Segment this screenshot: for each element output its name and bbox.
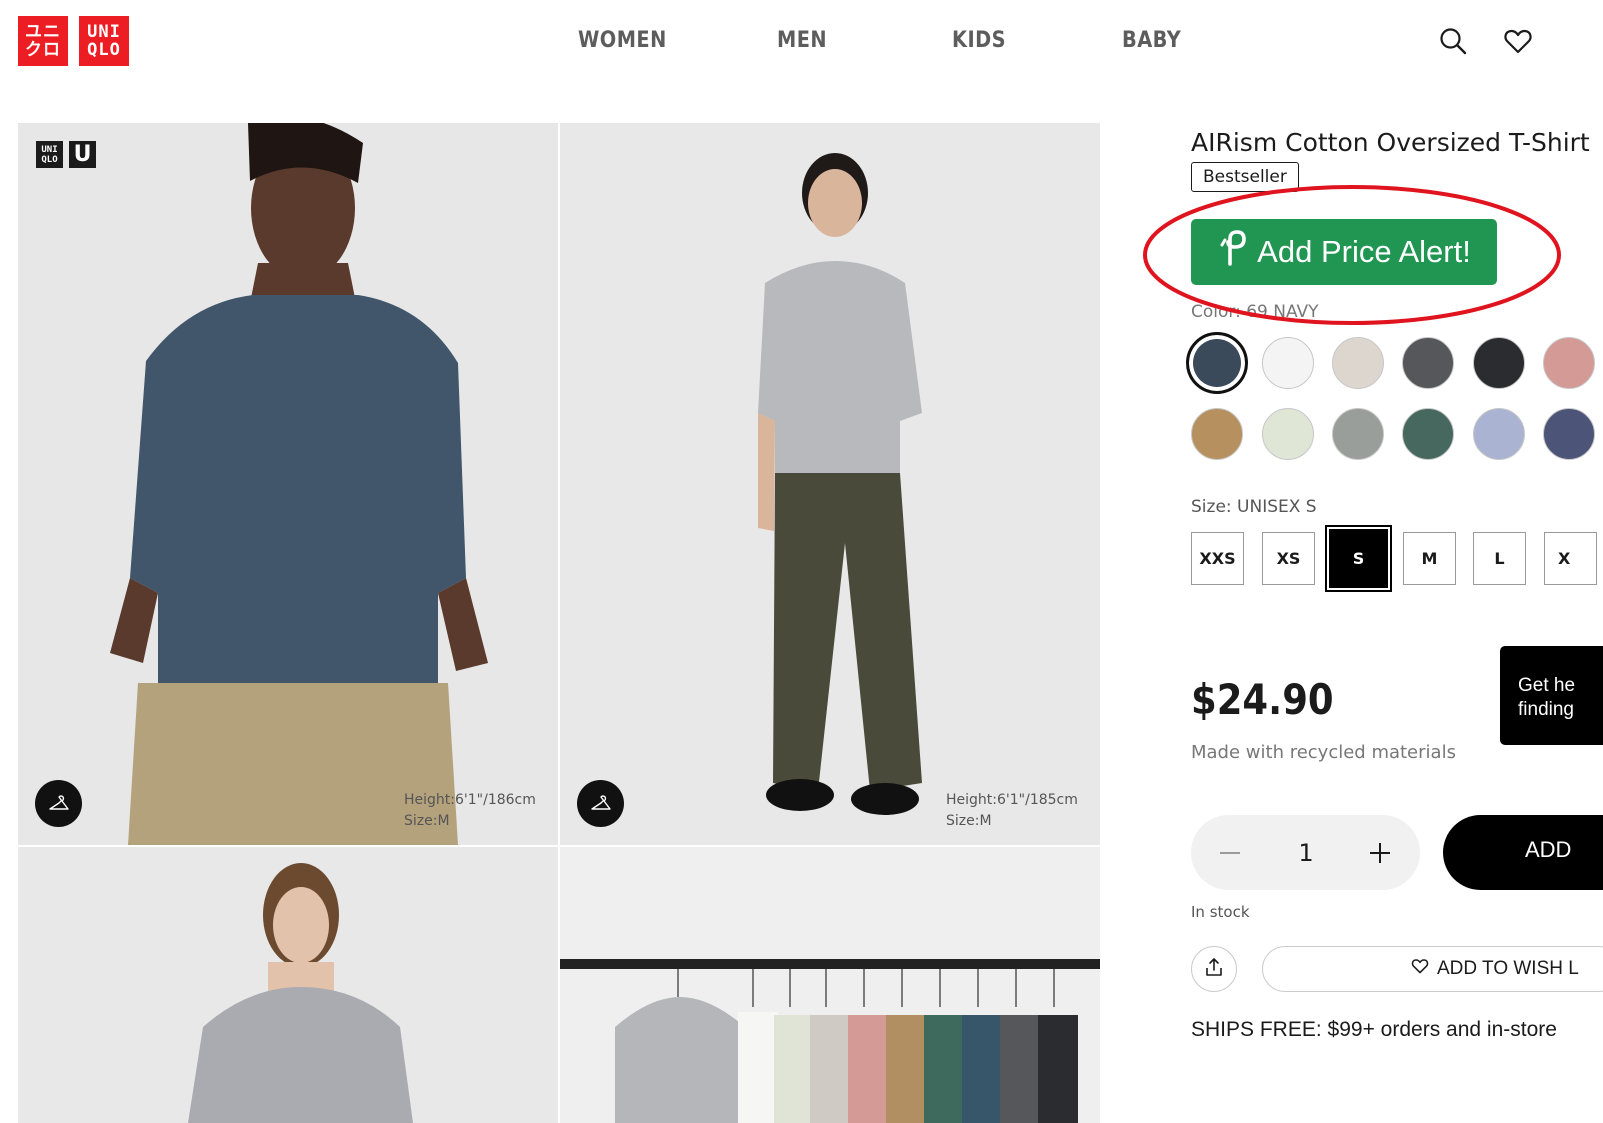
logo-latin: UNI QLO xyxy=(79,16,129,66)
color-swatch[interactable] xyxy=(1543,337,1595,389)
help-popup[interactable]: Get he finding xyxy=(1500,646,1603,745)
logo-katakana: ユニ クロ xyxy=(18,16,68,66)
quantity-stepper: 1 xyxy=(1191,815,1420,890)
size-s-button[interactable]: S xyxy=(1329,529,1388,588)
model-illustration xyxy=(18,123,558,845)
rack-illustration xyxy=(560,847,1100,1123)
badge-text: QLO xyxy=(41,154,58,165)
color-swatch[interactable] xyxy=(1402,337,1454,389)
heart-outline-icon xyxy=(1411,957,1429,981)
color-swatch[interactable] xyxy=(1262,337,1314,389)
color-swatch[interactable] xyxy=(1262,408,1314,460)
product-price: $24.90 xyxy=(1191,675,1334,724)
model-info: Height:6'1"/186cm Size:M xyxy=(404,790,536,832)
nav-women[interactable]: WOMEN xyxy=(578,28,667,53)
material-note: Made with recycled materials xyxy=(1191,742,1456,763)
model-info: Height:6'1"/185cm Size:M xyxy=(946,790,1078,832)
heart-icon[interactable] xyxy=(1503,26,1533,56)
logo-text: クロ xyxy=(25,40,61,60)
model-size: Size:M xyxy=(946,813,992,829)
logo-text: UNI xyxy=(87,22,121,42)
size-x-button[interactable]: X xyxy=(1544,532,1597,585)
bestseller-badge: Bestseller xyxy=(1191,162,1299,192)
add-price-alert-button[interactable]: Add Price Alert! xyxy=(1191,219,1497,285)
product-image-color-rack[interactable] xyxy=(560,847,1100,1123)
color-swatch[interactable] xyxy=(1473,408,1525,460)
help-text: Get he xyxy=(1518,675,1576,696)
color-label: Color: 69 NAVY xyxy=(1191,302,1319,322)
help-text: finding xyxy=(1518,699,1574,720)
color-swatch-navy[interactable] xyxy=(1186,332,1248,394)
logo-text: QLO xyxy=(87,40,121,60)
color-swatch[interactable] xyxy=(1191,408,1243,460)
badge-uniqlo-mark: UNI QLO xyxy=(36,141,63,168)
price-tag-icon xyxy=(1217,229,1247,275)
color-swatch[interactable] xyxy=(1332,337,1384,389)
badge-text: UNI xyxy=(41,144,58,155)
size-label: Size: UNISEX S xyxy=(1191,497,1317,517)
size-xxs-button[interactable]: XXS xyxy=(1191,532,1244,585)
color-swatch[interactable] xyxy=(1543,408,1595,460)
product-image-model-full[interactable]: Height:6'1"/185cm Size:M xyxy=(560,123,1100,845)
search-icon[interactable] xyxy=(1438,26,1468,56)
plus-icon[interactable] xyxy=(1367,840,1393,866)
hanger-icon[interactable] xyxy=(35,780,82,827)
price-alert-label: Add Price Alert! xyxy=(1257,234,1471,269)
model-illustration xyxy=(560,123,1100,845)
share-icon xyxy=(1204,957,1224,982)
nav-baby[interactable]: BABY xyxy=(1122,28,1181,53)
quantity-value[interactable]: 1 xyxy=(1291,839,1321,867)
size-m-button[interactable]: M xyxy=(1403,532,1456,585)
share-button[interactable] xyxy=(1191,946,1237,992)
uniqlo-u-badge: UNI QLO U xyxy=(36,141,96,168)
product-title: AIRism Cotton Oversized T-Shirt xyxy=(1191,128,1590,157)
shipping-note: SHIPS FREE: $99+ orders and in-store xyxy=(1191,1018,1557,1041)
stock-status: In stock xyxy=(1191,903,1250,921)
minus-icon[interactable] xyxy=(1217,840,1243,866)
add-to-cart-button[interactable]: ADD xyxy=(1443,815,1603,890)
size-xs-button[interactable]: XS xyxy=(1262,532,1315,585)
badge-u-mark: U xyxy=(69,141,96,168)
color-swatch[interactable] xyxy=(1332,408,1384,460)
nav-men[interactable]: MEN xyxy=(777,28,827,53)
model-illustration xyxy=(18,847,558,1123)
nav-kids[interactable]: KIDS xyxy=(952,28,1006,53)
add-to-wishlist-button[interactable]: ADD TO WISH L xyxy=(1262,946,1603,992)
model-height: Height:6'1"/185cm xyxy=(946,792,1078,808)
size-l-button[interactable]: L xyxy=(1473,532,1526,585)
product-image-female-model[interactable] xyxy=(18,847,558,1123)
hanger-icon[interactable] xyxy=(577,780,624,827)
color-swatch[interactable] xyxy=(1402,408,1454,460)
uniqlo-logo[interactable]: ユニ クロ UNI QLO xyxy=(18,16,129,66)
color-swatch[interactable] xyxy=(1473,337,1525,389)
product-image-model-front[interactable]: UNI QLO U Height:6'1"/186cm Size:M xyxy=(18,123,558,845)
logo-text: ユニ xyxy=(25,22,61,42)
model-size: Size:M xyxy=(404,813,450,829)
model-height: Height:6'1"/186cm xyxy=(404,792,536,808)
wishlist-label: ADD TO WISH L xyxy=(1437,958,1579,979)
